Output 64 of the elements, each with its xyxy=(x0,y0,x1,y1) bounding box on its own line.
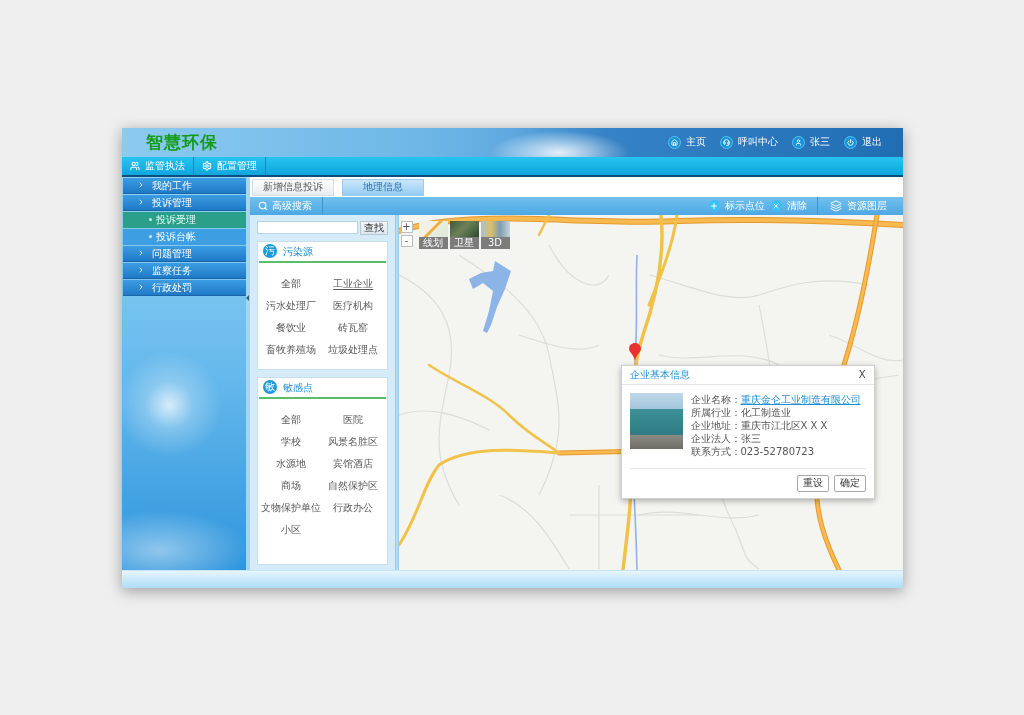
category-item[interactable]: 工业企业 xyxy=(333,272,374,295)
sidebar-item[interactable]: 行政处罚 xyxy=(122,279,246,296)
category-item[interactable]: 水源地 xyxy=(275,452,306,475)
field-value: 重庆市江北区X X X xyxy=(740,418,828,432)
field-value: 化工制造业 xyxy=(740,405,791,419)
content-tab[interactable]: 新增信息投诉 xyxy=(251,178,334,196)
arrow-left-icon[interactable] xyxy=(246,294,249,301)
category-item[interactable]: 医疗机构 xyxy=(333,294,374,317)
company-link[interactable]: 重庆金仑工业制造有限公司 xyxy=(740,392,861,406)
reset-button[interactable]: 重设 xyxy=(796,474,829,492)
sidebar-item[interactable]: 问题管理 xyxy=(122,245,246,262)
header-link[interactable]: 退出 xyxy=(843,135,882,149)
field-label: 企业地址： xyxy=(690,418,741,432)
category-badge: 敏 xyxy=(262,380,277,394)
category-item[interactable]: 砖瓦窑 xyxy=(338,316,369,339)
close-button[interactable]: X xyxy=(858,369,866,380)
category-item[interactable]: 畜牧养殖场 xyxy=(265,338,316,361)
category-item[interactable]: 商场 xyxy=(280,474,301,497)
category-item[interactable]: 文物保护单位 xyxy=(260,496,321,519)
confirm-button[interactable]: 确定 xyxy=(833,474,866,492)
sidebar-item[interactable]: 投诉管理 xyxy=(122,194,246,211)
headset-icon xyxy=(719,135,733,149)
category-item[interactable]: 行政办公 xyxy=(333,496,374,519)
header-link[interactable]: 呼叫中心 xyxy=(719,135,778,149)
popup-title: 企业基本信息 xyxy=(629,368,690,382)
category-title: 污染源 xyxy=(282,244,313,259)
plus-icon xyxy=(708,200,720,211)
layers-icon xyxy=(829,199,842,212)
sidebar-item[interactable]: 我的工作 xyxy=(122,177,246,194)
header-link[interactable]: 张三 xyxy=(791,135,830,149)
app-logo: 智慧环保 xyxy=(145,133,218,151)
settings-icon xyxy=(201,160,212,171)
photo-placeholder xyxy=(629,392,683,449)
category-item[interactable]: 污水处理厂 xyxy=(265,294,316,317)
category-item[interactable]: 全部 xyxy=(280,272,301,295)
category-item[interactable]: 小区 xyxy=(280,518,301,541)
category-item[interactable]: 宾馆酒店 xyxy=(333,452,374,475)
category-item[interactable]: 餐饮业 xyxy=(275,316,306,339)
field-label: 企业法人： xyxy=(690,431,741,445)
category-item[interactable]: 学校 xyxy=(280,430,301,453)
users-icon xyxy=(129,160,140,171)
field-value: 张三 xyxy=(740,431,761,445)
field-label: 联系方式： xyxy=(690,444,741,458)
sidebar-item[interactable]: 监察任务 xyxy=(122,262,246,279)
category-item[interactable]: 全部 xyxy=(280,408,301,431)
category-item[interactable]: 自然保护区 xyxy=(328,474,379,497)
close-icon xyxy=(770,200,782,211)
search-field[interactable] xyxy=(256,221,358,234)
content-tab[interactable]: 地理信息 xyxy=(341,178,424,196)
category-item[interactable]: 医院 xyxy=(343,408,364,431)
field-label: 所属行业： xyxy=(690,405,741,419)
power-icon xyxy=(843,135,857,149)
home-icon xyxy=(667,135,681,149)
find-button[interactable]: 查找 xyxy=(359,220,388,235)
header-link[interactable]: 主页 xyxy=(667,135,706,149)
field-value: 023-52780723 xyxy=(740,444,815,458)
category-badge: 污 xyxy=(262,244,277,258)
search-icon xyxy=(257,200,268,211)
category-item[interactable]: 风景名胜区 xyxy=(328,430,379,453)
category-item[interactable]: 垃圾处理点 xyxy=(328,338,379,361)
user-icon xyxy=(791,135,805,149)
category-title: 敏感点 xyxy=(282,380,313,395)
map-pin-icon xyxy=(628,342,641,361)
field-label: 企业名称： xyxy=(690,392,741,406)
